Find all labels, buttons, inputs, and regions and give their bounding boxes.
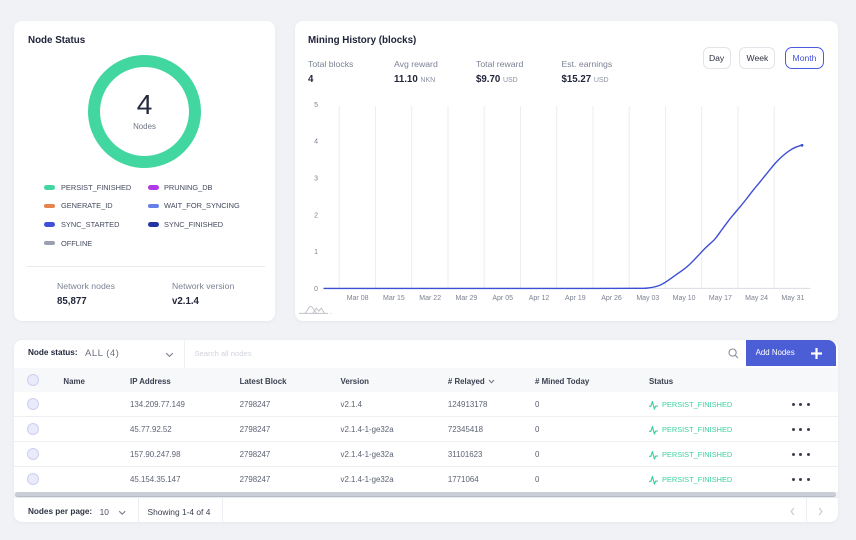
svg-text:0: 0 — [314, 286, 318, 293]
svg-text:3: 3 — [314, 176, 318, 183]
svg-text:May 24: May 24 — [745, 295, 768, 302]
svg-text:Apr 26: Apr 26 — [601, 295, 622, 302]
svg-text:May 03: May 03 — [636, 295, 659, 302]
svg-text:Apr 12: Apr 12 — [529, 295, 550, 302]
svg-text:Apr 05: Apr 05 — [492, 295, 513, 302]
svg-text:4: 4 — [314, 139, 318, 146]
svg-text:2: 2 — [314, 212, 318, 219]
svg-text:Mar 29: Mar 29 — [456, 295, 478, 302]
svg-text:Apr 19: Apr 19 — [565, 295, 586, 302]
svg-text:5: 5 — [314, 102, 318, 109]
svg-text:May 31: May 31 — [781, 295, 804, 302]
svg-text:Mar 15: Mar 15 — [383, 295, 405, 302]
svg-text:1: 1 — [314, 249, 318, 256]
svg-text:Mar 22: Mar 22 — [419, 295, 441, 302]
svg-text:May 17: May 17 — [709, 295, 732, 302]
svg-text:Mar 08: Mar 08 — [347, 295, 369, 302]
svg-text:May 10: May 10 — [673, 295, 696, 302]
